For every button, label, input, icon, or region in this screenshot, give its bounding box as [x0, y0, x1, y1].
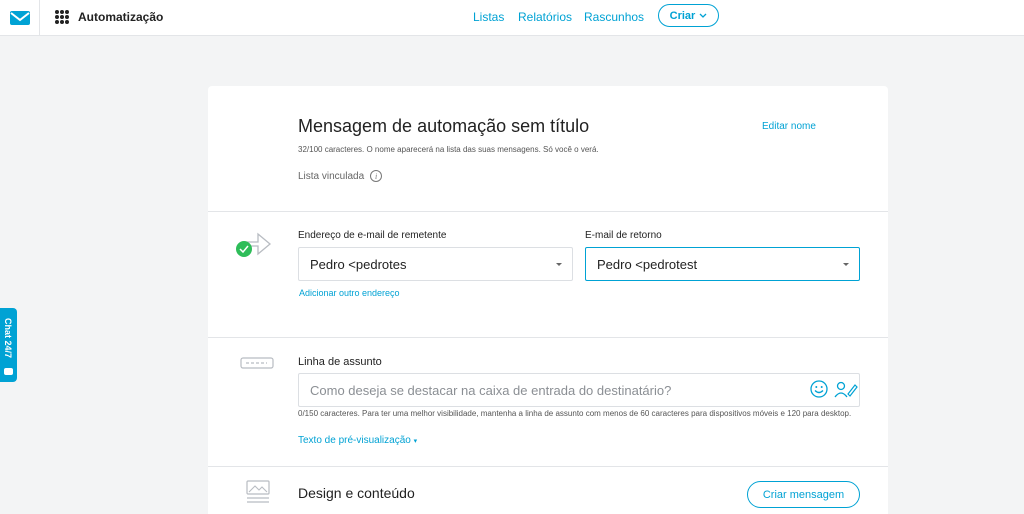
message-title: Mensagem de automação sem título	[298, 116, 590, 136]
logo[interactable]	[0, 0, 40, 36]
caret-down-icon: ▾	[413, 438, 418, 445]
nav-listas[interactable]: Listas	[473, 10, 504, 24]
reply-value: Pedro <pedrotest	[597, 256, 698, 272]
reply-select[interactable]: Pedro <pedrotest	[585, 247, 860, 281]
subject-hint: 0/150 caracteres. Para ter uma melhor vi…	[298, 409, 852, 418]
design-title: Design e conteúdo	[298, 485, 415, 501]
nav-relatorios[interactable]: Relatórios	[518, 10, 572, 24]
apps-grid-icon[interactable]	[55, 10, 69, 24]
subject-placeholder: Como deseja se destacar na caixa de entr…	[310, 382, 672, 398]
send-arrow-icon	[236, 232, 272, 257]
subject-label: Linha de assunto	[298, 356, 382, 368]
add-address-link[interactable]: Adicionar outro endereço	[299, 288, 400, 298]
create-button-label: Criar	[669, 9, 696, 22]
preview-text-link[interactable]: Texto de pré-visualização ▾	[298, 435, 417, 446]
name-hint: 32/100 caracteres. O nome aparecerá na l…	[298, 145, 599, 154]
sender-select[interactable]: Pedro <pedrotes	[298, 247, 573, 281]
caret-down-icon	[843, 263, 849, 266]
info-icon[interactable]: i	[370, 170, 383, 182]
reply-label: E-mail de retorno	[585, 230, 662, 241]
subject-line-icon	[240, 357, 274, 369]
top-bar: Automatização Listas Relatórios Rascunho…	[0, 0, 1024, 36]
nav-rascunhos[interactable]: Rascunhos	[584, 10, 644, 24]
chat-bubble-icon	[4, 368, 13, 375]
message-editor-card: Mensagem de automação sem título Editar …	[208, 86, 888, 514]
chevron-down-icon	[699, 13, 707, 18]
linked-list: Lista vinculada i	[298, 170, 383, 182]
chat-tab-label: Chat 24/7	[3, 318, 13, 359]
design-image-icon	[246, 480, 270, 503]
create-message-button[interactable]: Criar mensagem	[747, 481, 860, 508]
chat-tab[interactable]: Chat 24/7	[0, 308, 17, 382]
subject-input[interactable]: Como deseja se destacar na caixa de entr…	[298, 373, 860, 407]
preview-text-label: Texto de pré-visualização	[298, 435, 411, 446]
linked-list-label: Lista vinculada	[298, 170, 365, 182]
caret-down-icon	[556, 263, 562, 266]
create-button[interactable]: Criar	[658, 4, 719, 27]
emoji-icon[interactable]	[810, 380, 828, 398]
sender-value: Pedro <pedrotes	[310, 256, 407, 272]
personalize-icon[interactable]	[834, 380, 858, 398]
sender-label: Endereço de e-mail de remetente	[298, 230, 447, 241]
app-title: Automatização	[78, 10, 164, 24]
edit-name-link[interactable]: Editar nome	[762, 121, 816, 132]
envelope-logo-icon	[9, 11, 30, 25]
